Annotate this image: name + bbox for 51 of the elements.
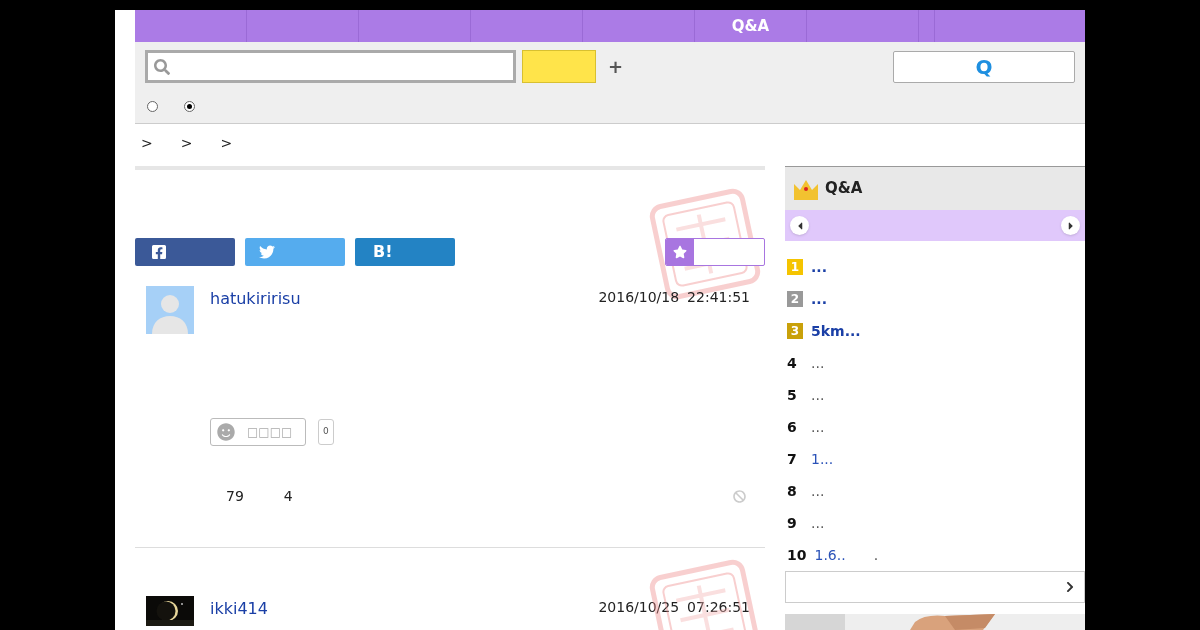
rank-badge: 3 [787,323,803,339]
hatena-bookmark-button[interactable]: B! [355,238,455,266]
previous-button[interactable] [790,216,809,235]
breadcrumb-separator: > [180,133,193,153]
ranking-link[interactable]: ... [811,352,825,374]
post-time: 22:41:51 [687,288,750,307]
answer-count: 4 [283,487,293,506]
ranking-link[interactable]: 5km... [811,320,861,342]
twitter-share-button[interactable] [245,238,345,266]
rank-badge: 1 [787,259,803,275]
search-icon [154,58,170,75]
ranking-link[interactable]: ... [811,416,825,438]
ranking-link[interactable]: ... [811,288,827,310]
star-icon [673,245,687,259]
ranking-link[interactable]: ... [811,480,825,502]
rank-number: 10 [787,545,807,565]
post-date: 2016/10/25 [598,598,680,617]
username-link[interactable]: hatukiririsu [210,287,301,311]
facebook-share-button[interactable] [135,238,235,266]
ranking-link[interactable]: ... [811,384,825,406]
radio-button[interactable] [147,101,158,112]
smiley-icon [217,423,235,441]
username-link[interactable]: ikki414 [210,597,268,621]
breadcrumb-separator: > [220,133,233,153]
like-count: 0 [318,419,334,445]
next-button[interactable] [1061,216,1080,235]
rank-number: 5 [787,385,798,405]
ranking-link[interactable]: ... [811,512,825,534]
ranking-link[interactable]: 1.6.. [814,544,846,566]
view-count: 79 [226,487,244,506]
avatar-icon [146,286,194,334]
ranking-suffix: . [873,545,879,565]
twitter-icon [259,244,275,260]
post-date: 2016/10/18 [598,288,680,307]
ranking-title: Q&A [825,178,863,200]
rank-number: 9 [787,513,798,533]
ranking-link[interactable]: 1... [811,448,834,470]
rank-number: 8 [787,481,798,501]
favorite-button[interactable] [665,238,765,266]
radio-button[interactable] [184,101,195,112]
post-time: 07:26:51 [687,598,750,617]
rank-number: 6 [787,417,798,437]
chevron-icon [1064,581,1076,593]
rank-number: 7 [787,449,798,469]
facebook-icon [151,244,167,260]
rank-number: 4 [787,353,798,373]
plus-button[interactable]: + [608,53,624,80]
breadcrumb-separator: > [141,133,153,153]
rank-badge: 2 [787,291,803,307]
search-field[interactable] [145,50,516,83]
ranking-link[interactable]: ... [811,256,827,278]
